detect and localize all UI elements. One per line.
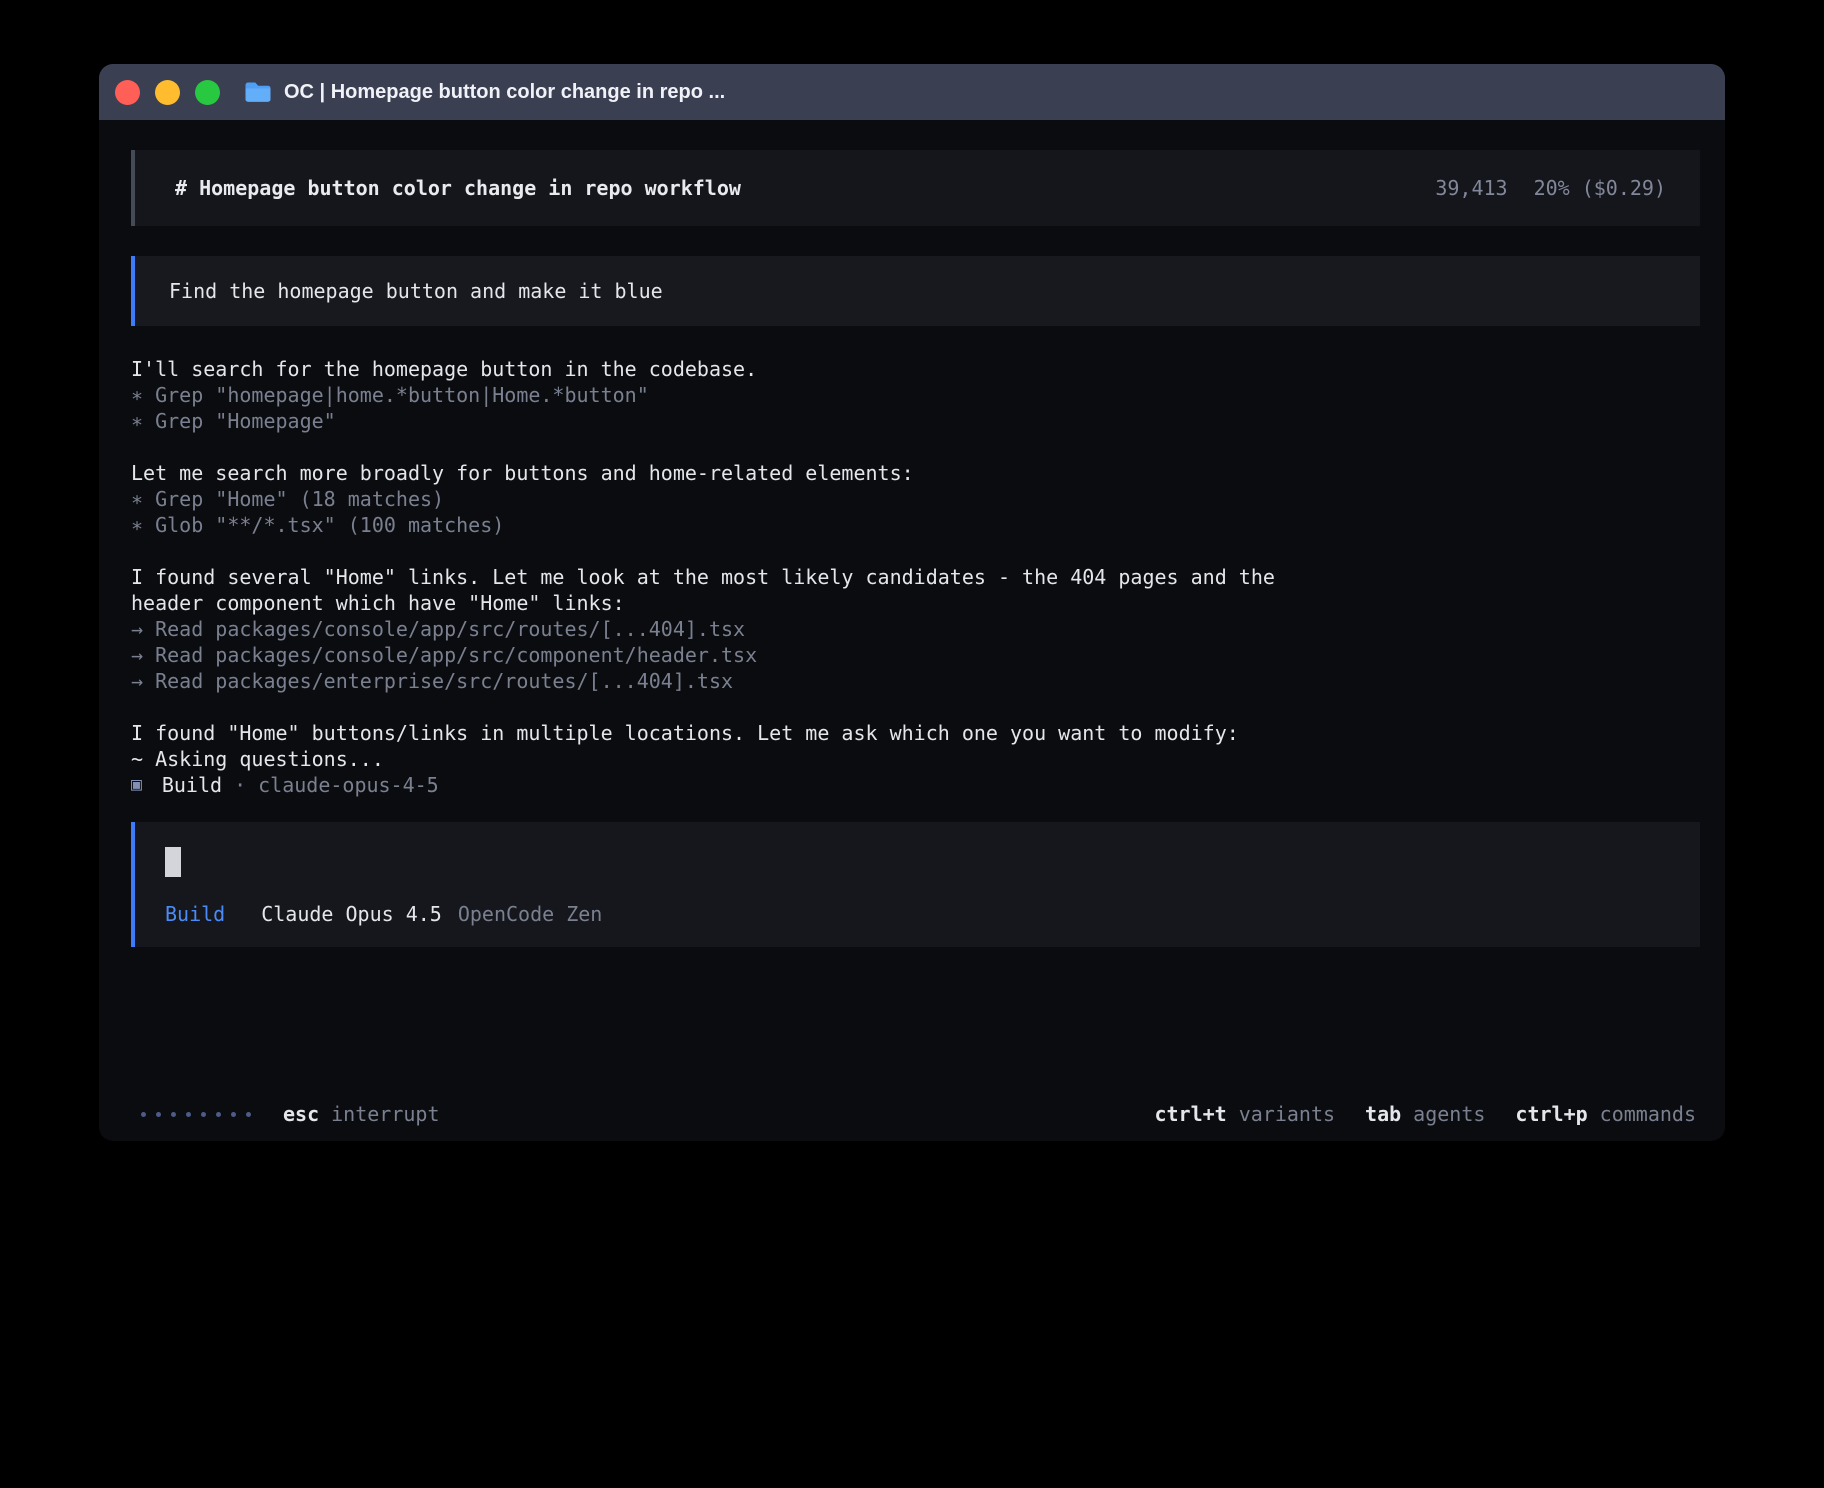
tool-call: ∗ Grep "homepage|home.*button|Home.*butt… xyxy=(131,382,1321,408)
conversation-transcript: I'll search for the homepage button in t… xyxy=(131,356,1700,798)
window-title: OC | Homepage button color change in rep… xyxy=(284,81,725,104)
session-stats: 39,413 20% ($0.29) xyxy=(1435,175,1666,201)
shortcut-key: tab xyxy=(1365,1101,1401,1127)
terminal-window: OC | Homepage button color change in rep… xyxy=(99,64,1725,1141)
shortcut-agents: tab agents xyxy=(1365,1101,1485,1127)
tool-call: ∗ Grep "Home" (18 matches) xyxy=(131,486,1321,512)
tool-call: → Read packages/enterprise/src/routes/[.… xyxy=(131,668,1321,694)
input-provider-label: OpenCode Zen xyxy=(458,901,603,927)
agent-icon: ▣ xyxy=(131,772,142,798)
prompt-input[interactable]: Build Claude Opus 4.5 OpenCode Zen xyxy=(131,822,1700,947)
minimize-button[interactable] xyxy=(155,80,180,105)
session-cost: ($0.29) xyxy=(1582,175,1666,201)
session-title: # Homepage button color change in repo w… xyxy=(175,175,741,201)
tool-call: ∗ Glob "**/*.tsx" (100 matches) xyxy=(131,512,1321,538)
shortcut-label: variants xyxy=(1239,1101,1335,1127)
shortcut-variants: ctrl+t variants xyxy=(1154,1101,1335,1127)
agent-name: Build xyxy=(162,772,222,798)
input-meta: Build Claude Opus 4.5 OpenCode Zen xyxy=(165,901,1670,927)
shortcut-key: ctrl+t xyxy=(1154,1101,1226,1127)
agent-separator: · xyxy=(234,772,246,798)
session-header: # Homepage button color change in repo w… xyxy=(131,150,1700,226)
token-count: 39,413 xyxy=(1435,175,1507,201)
tool-call: → Read packages/console/app/src/componen… xyxy=(131,642,1321,668)
esc-key-hint: esc xyxy=(283,1101,319,1127)
text-cursor xyxy=(165,847,181,877)
status-bar: esc interrupt ctrl+t variants tab agents… xyxy=(131,1087,1700,1127)
close-button[interactable] xyxy=(115,80,140,105)
agent-model: claude-opus-4-5 xyxy=(258,772,439,798)
status-bar-left: esc interrupt xyxy=(141,1101,440,1127)
shortcut-commands: ctrl+p commands xyxy=(1515,1101,1696,1127)
tool-call: ∗ Grep "Homepage" xyxy=(131,408,1321,434)
spinner-dots xyxy=(141,1112,251,1117)
agent-status-row: ▣ Build · claude-opus-4-5 xyxy=(131,772,1700,798)
tool-call-group: → Read packages/console/app/src/routes/[… xyxy=(131,616,1700,694)
status-bar-right: ctrl+t variants tab agents ctrl+p comman… xyxy=(1154,1101,1696,1127)
assistant-message: I found several "Home" links. Let me loo… xyxy=(131,564,1321,616)
assistant-message: I found "Home" buttons/links in multiple… xyxy=(131,720,1321,746)
user-message-text: Find the homepage button and make it blu… xyxy=(169,279,663,303)
esc-label: interrupt xyxy=(331,1101,439,1127)
window-title-group: OC | Homepage button color change in rep… xyxy=(244,81,725,104)
tool-call-group: ∗ Grep "homepage|home.*button|Home.*butt… xyxy=(131,382,1700,434)
tool-call-group: ∗ Grep "Home" (18 matches) ∗ Glob "**/*.… xyxy=(131,486,1700,538)
terminal-content: # Homepage button color change in repo w… xyxy=(99,120,1725,1141)
input-model-label: Claude Opus 4.5 xyxy=(261,901,442,927)
shortcut-label: commands xyxy=(1600,1101,1696,1127)
traffic-lights xyxy=(115,80,220,105)
folder-icon xyxy=(244,81,272,103)
assistant-message: I'll search for the homepage button in t… xyxy=(131,356,1321,382)
input-mode-label: Build xyxy=(165,901,225,927)
context-percent: 20% xyxy=(1534,175,1570,201)
assistant-message: Let me search more broadly for buttons a… xyxy=(131,460,1321,486)
user-message: Find the homepage button and make it blu… xyxy=(131,256,1700,326)
shortcut-label: agents xyxy=(1413,1101,1485,1127)
titlebar[interactable]: OC | Homepage button color change in rep… xyxy=(99,64,1725,120)
assistant-status: ~ Asking questions... xyxy=(131,746,1321,772)
zoom-button[interactable] xyxy=(195,80,220,105)
shortcut-key: ctrl+p xyxy=(1515,1101,1587,1127)
tool-call: → Read packages/console/app/src/routes/[… xyxy=(131,616,1321,642)
